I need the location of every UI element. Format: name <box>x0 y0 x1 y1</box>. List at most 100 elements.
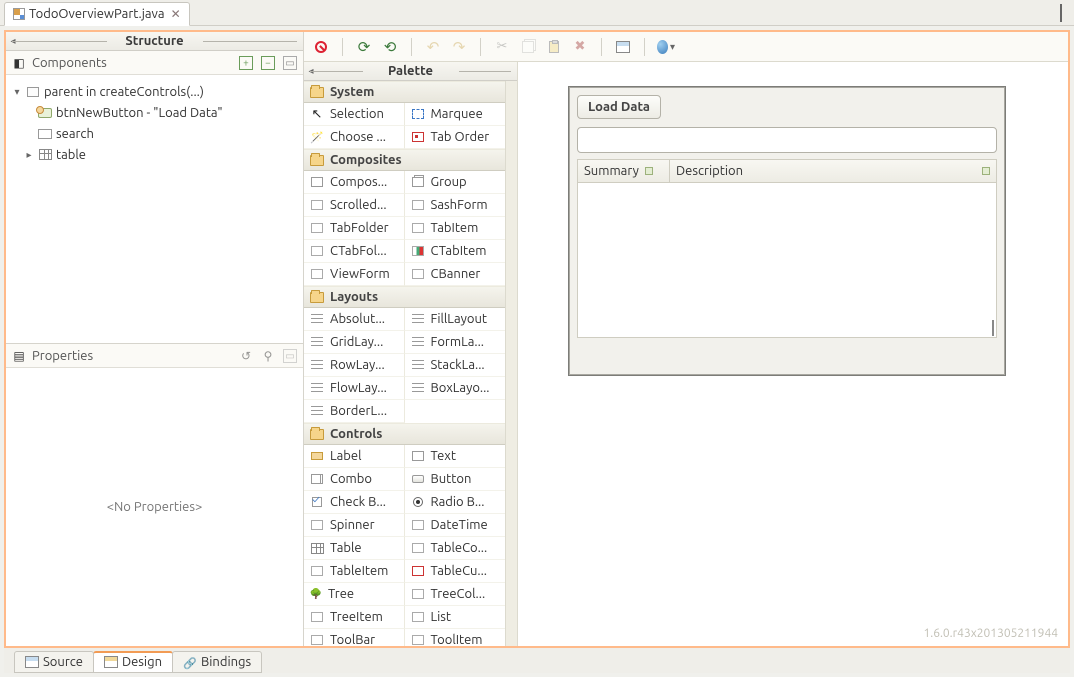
palette-cat-layouts[interactable]: Layouts <box>304 286 505 308</box>
palette-item-checkbox[interactable]: Check B... <box>304 491 405 514</box>
palette-item-radio[interactable]: Radio B... <box>405 491 506 514</box>
palette-item-datetime[interactable]: DateTime <box>405 514 506 537</box>
tree-node-button[interactable]: btnNewButton - "Load Data" <box>10 102 299 123</box>
tree-node-root[interactable]: ▾ parent in createControls(...) <box>10 81 299 102</box>
palette-item-rowlayout[interactable]: RowLay... <box>304 354 405 377</box>
palette-item-scrolled[interactable]: Scrolled... <box>304 194 405 217</box>
prop-filter-icon[interactable]: ⚲ <box>261 349 275 363</box>
palette-item-formlayout[interactable]: FormLa... <box>405 331 506 354</box>
cut-icon[interactable] <box>493 38 511 56</box>
tab-bindings[interactable]: Bindings <box>172 651 262 673</box>
palette-item-group[interactable]: Group <box>405 171 506 194</box>
palette-item-spinner[interactable]: Spinner <box>304 514 405 537</box>
palette-item-cbanner[interactable]: CBanner <box>405 263 506 286</box>
close-tab-icon[interactable]: ✕ <box>171 7 181 21</box>
palette-item-tablecol[interactable]: TableCo... <box>405 537 506 560</box>
palette-cat-system[interactable]: System <box>304 81 505 103</box>
load-data-button[interactable]: Load Data <box>577 95 661 119</box>
designer-toolbar <box>304 32 1068 62</box>
palette-cat-composites[interactable]: Composites <box>304 149 505 171</box>
palette-item-treeitem[interactable]: TreeItem <box>304 606 405 629</box>
reparse-icon[interactable] <box>381 38 399 56</box>
column-description[interactable]: Description <box>670 160 996 182</box>
components-header: ◧ Components + − ▭ <box>6 51 303 75</box>
palette-item-stacklayout[interactable]: StackLa... <box>405 354 506 377</box>
palette-item-filllayout[interactable]: FillLayout <box>405 308 506 331</box>
search-input[interactable] <box>577 127 997 153</box>
palette-item-table[interactable]: Table <box>304 537 405 560</box>
expand-all-icon[interactable]: + <box>239 56 253 70</box>
palette-list[interactable]: System Selection Marquee Choose ... Tab … <box>304 81 505 646</box>
externalize-icon[interactable] <box>657 38 675 56</box>
palette-item-toolbar[interactable]: ToolBar <box>304 629 405 646</box>
bindings-tab-icon <box>183 656 197 668</box>
file-tab[interactable]: TodoOverviewPart.java ✕ <box>4 2 190 26</box>
refresh-icon[interactable] <box>355 38 373 56</box>
design-canvas[interactable]: Load Data Summary Description <box>518 62 1068 646</box>
palette-item-tabitem[interactable]: TabItem <box>405 217 506 240</box>
palette-item-tabfolder[interactable]: TabFolder <box>304 217 405 240</box>
twisty-closed-icon[interactable]: ▸ <box>24 149 34 161</box>
delete-icon[interactable] <box>571 38 589 56</box>
palette-scrollbar[interactable] <box>505 81 517 646</box>
prop-goto-icon[interactable]: ▭ <box>283 349 297 363</box>
column-handle-icon[interactable] <box>982 167 990 175</box>
component-tree[interactable]: ▾ parent in createControls(...) btnNewBu… <box>6 75 303 343</box>
palette-item-gridlayout[interactable]: GridLay... <box>304 331 405 354</box>
goto-icon[interactable]: ▭ <box>283 56 297 70</box>
prop-action-icon[interactable]: ↺ <box>239 349 253 363</box>
palette-item-tableitem[interactable]: TableItem <box>304 560 405 583</box>
redo-icon[interactable] <box>450 38 468 56</box>
palette-item-ctabitem[interactable]: CTabItem <box>405 240 506 263</box>
column-handle-icon[interactable] <box>645 167 653 175</box>
maximize-button[interactable] <box>1060 5 1062 21</box>
palette-item-viewform[interactable]: ViewForm <box>304 263 405 286</box>
layout-icon <box>311 337 323 347</box>
palette-cat-label: Controls <box>330 427 382 441</box>
palette-item-absolute[interactable]: Absolut... <box>304 308 405 331</box>
column-summary[interactable]: Summary <box>578 160 670 182</box>
palette-item-treecol[interactable]: TreeCol... <box>405 583 506 606</box>
palette-item-marquee[interactable]: Marquee <box>405 103 506 126</box>
palette-item-borderlayout[interactable]: BorderL... <box>304 400 405 423</box>
toolbar-icon <box>311 635 323 645</box>
palette-item-button[interactable]: Button <box>405 468 506 491</box>
palette-item-tablecursor[interactable]: TableCu... <box>405 560 506 583</box>
palette-cat-controls[interactable]: Controls <box>304 423 505 445</box>
palette-item-flowlayout[interactable]: FlowLay... <box>304 377 405 400</box>
palette-item-composite[interactable]: Compos... <box>304 171 405 194</box>
palette-item-boxlayout[interactable]: BoxLayo... <box>405 377 506 400</box>
copy-icon[interactable] <box>519 38 537 56</box>
palette-item-tree[interactable]: Tree <box>304 583 405 606</box>
undo-icon[interactable] <box>424 38 442 56</box>
palette-item-selection[interactable]: Selection <box>304 103 405 126</box>
tree-node-table[interactable]: ▸ table <box>10 144 299 165</box>
palette-item-combo[interactable]: Combo <box>304 468 405 491</box>
editor-mode-tabs: Source Design Bindings <box>4 648 1070 673</box>
stop-icon[interactable] <box>312 38 330 56</box>
palette-item-label[interactable]: Label <box>304 445 405 468</box>
form-preview[interactable]: Load Data Summary Description <box>568 86 1006 376</box>
palette-item-ctabfolder[interactable]: CTabFol... <box>304 240 405 263</box>
preview-table-header: Summary Description <box>577 159 997 182</box>
palette-item-toolitem[interactable]: ToolItem <box>405 629 506 646</box>
paste-icon[interactable] <box>545 38 563 56</box>
tab-source[interactable]: Source <box>14 651 94 673</box>
treeitem-icon <box>311 612 323 622</box>
treecol-icon <box>412 589 424 599</box>
palette-item-taborder[interactable]: Tab Order <box>405 126 506 149</box>
palette-item-sashform[interactable]: SashForm <box>405 194 506 217</box>
palette-item-text[interactable]: Text <box>405 445 506 468</box>
palette-item-choose[interactable]: Choose ... <box>304 126 405 149</box>
button-icon <box>38 108 52 118</box>
folder-open-icon <box>310 292 324 303</box>
structure-header: ◂ Structure <box>6 32 303 51</box>
tree-node-search[interactable]: search <box>10 123 299 144</box>
collapse-all-icon[interactable]: − <box>261 56 275 70</box>
tab-design[interactable]: Design <box>93 651 173 673</box>
palette-item-list[interactable]: List <box>405 606 506 629</box>
twisty-open-icon[interactable]: ▾ <box>12 86 22 98</box>
test-preview-icon[interactable] <box>614 38 632 56</box>
label-icon <box>311 452 323 460</box>
preview-table-body[interactable] <box>577 182 997 338</box>
